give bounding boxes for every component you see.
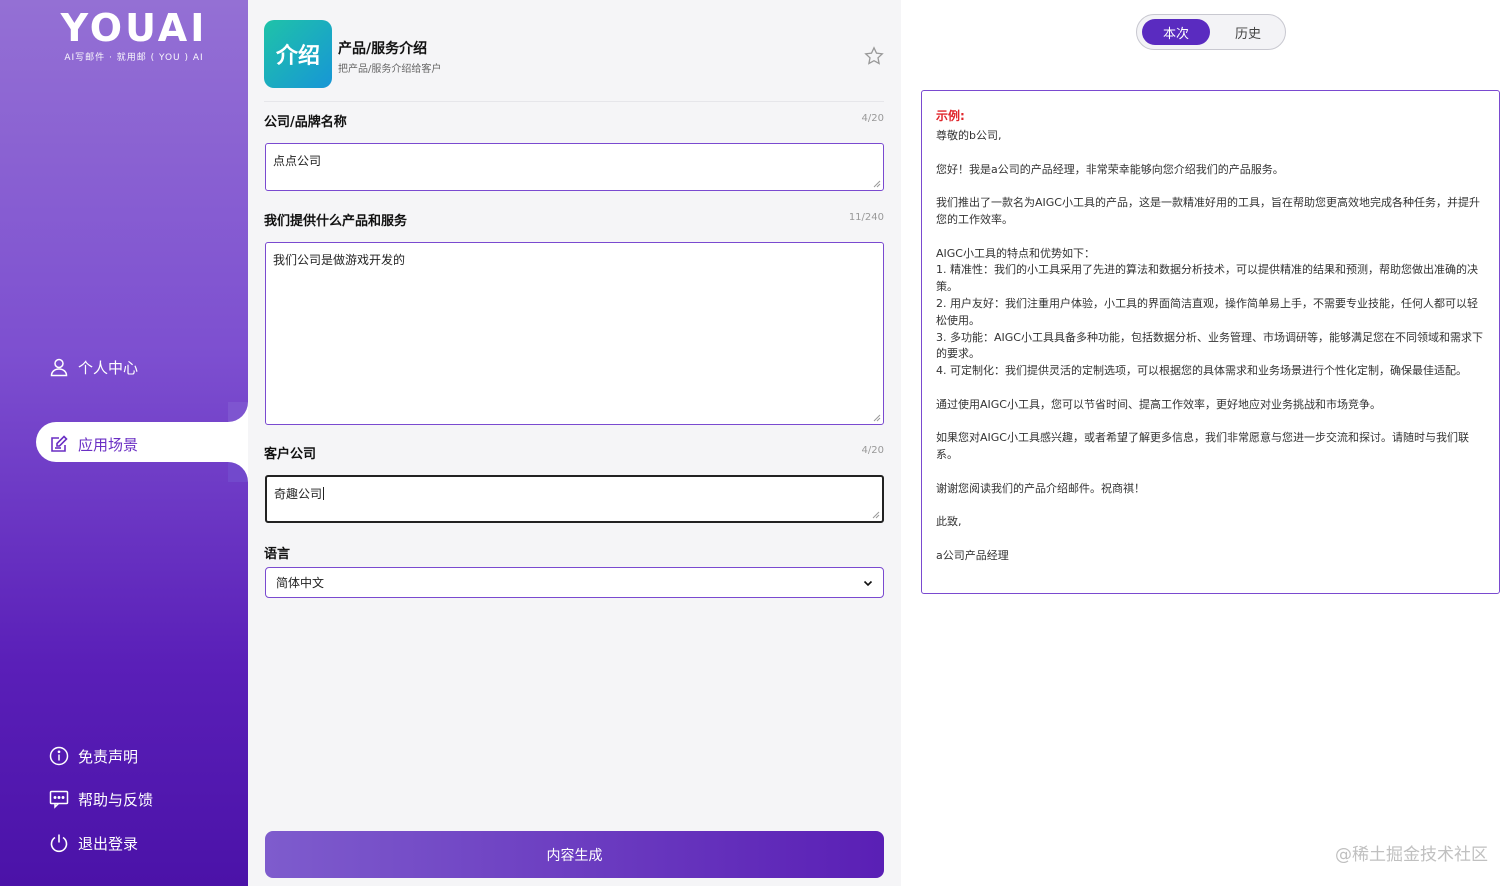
app-icon: 介绍 <box>264 20 332 88</box>
logo: YOUAI AI写邮件 · 就用邮 ( YOU ) AI <box>34 8 234 63</box>
app-title: 产品/服务介绍 <box>338 41 428 57</box>
sidebar-item-label: 帮助与反馈 <box>78 790 154 809</box>
language-select[interactable]: 简体中文 <box>265 567 884 598</box>
service-label: 我们提供什么产品和服务 <box>264 214 408 229</box>
star-icon[interactable] <box>864 46 884 66</box>
logo-tagline: AI写邮件 · 就用邮 ( YOU ) AI <box>64 53 204 63</box>
resize-handle-icon[interactable] <box>873 414 881 422</box>
sidebar-item-label: 个人中心 <box>78 358 139 377</box>
text-caret <box>323 487 325 500</box>
generate-button[interactable]: 内容生成 <box>265 831 884 878</box>
example-label: 示例: <box>936 109 965 123</box>
chevron-down-icon <box>863 580 873 586</box>
watermark: @稀土掘金技术社区 <box>1335 845 1488 865</box>
resize-handle-icon[interactable] <box>873 180 881 188</box>
edit-icon <box>48 433 70 455</box>
client-label: 客户公司 <box>264 447 317 462</box>
result-box: 示例: 尊敬的b公司, 您好！我是a公司的产品经理，非常荣幸能够向您介绍我们的产… <box>921 90 1500 594</box>
app-description: 把产品/服务介绍给客户 <box>338 64 442 75</box>
resize-handle-icon[interactable] <box>872 511 880 519</box>
service-count: 11/240 <box>848 212 884 223</box>
sidebar-item-scenarios-label[interactable]: 应用场景 <box>48 430 138 458</box>
company-input[interactable]: 点点公司 <box>265 143 884 191</box>
result-text: 尊敬的b公司, 您好！我是a公司的产品经理，非常荣幸能够向您介绍我们的产品服务。… <box>936 129 1483 562</box>
client-input[interactable]: 奇趣公司 <box>265 475 884 523</box>
app-header: 介绍 产品/服务介绍 把产品/服务介绍给客户 <box>264 20 884 100</box>
tab-current[interactable]: 本次 <box>1142 19 1210 45</box>
company-count: 4/20 <box>861 113 884 124</box>
tab-history[interactable]: 历史 <box>1215 19 1281 45</box>
user-icon <box>48 356 70 378</box>
result-tab-switch: 本次 历史 <box>1136 14 1286 50</box>
service-textarea[interactable]: 我们公司是做游戏开发的 <box>265 242 884 425</box>
sidebar-item-label: 应用场景 <box>78 435 139 454</box>
sidebar-item-logout[interactable]: 退出登录 <box>48 829 138 857</box>
sidebar-item-label: 退出登录 <box>78 834 139 853</box>
sidebar-item-help[interactable]: 帮助与反馈 <box>48 785 153 813</box>
language-value: 简体中文 <box>276 576 325 590</box>
power-icon <box>48 832 70 854</box>
company-label: 公司/品牌名称 <box>264 115 347 130</box>
divider <box>264 101 884 102</box>
language-label: 语言 <box>264 547 291 562</box>
sidebar-item-profile[interactable]: 个人中心 <box>48 353 138 381</box>
sidebar-item-disclaimer[interactable]: 免责声明 <box>48 742 138 770</box>
sidebar-item-label: 免责声明 <box>78 747 139 766</box>
client-count: 4/20 <box>861 445 884 456</box>
form-panel <box>248 0 901 886</box>
info-icon <box>48 745 70 767</box>
logo-wordmark: YOUAI <box>60 6 208 50</box>
chat-icon <box>48 788 70 810</box>
